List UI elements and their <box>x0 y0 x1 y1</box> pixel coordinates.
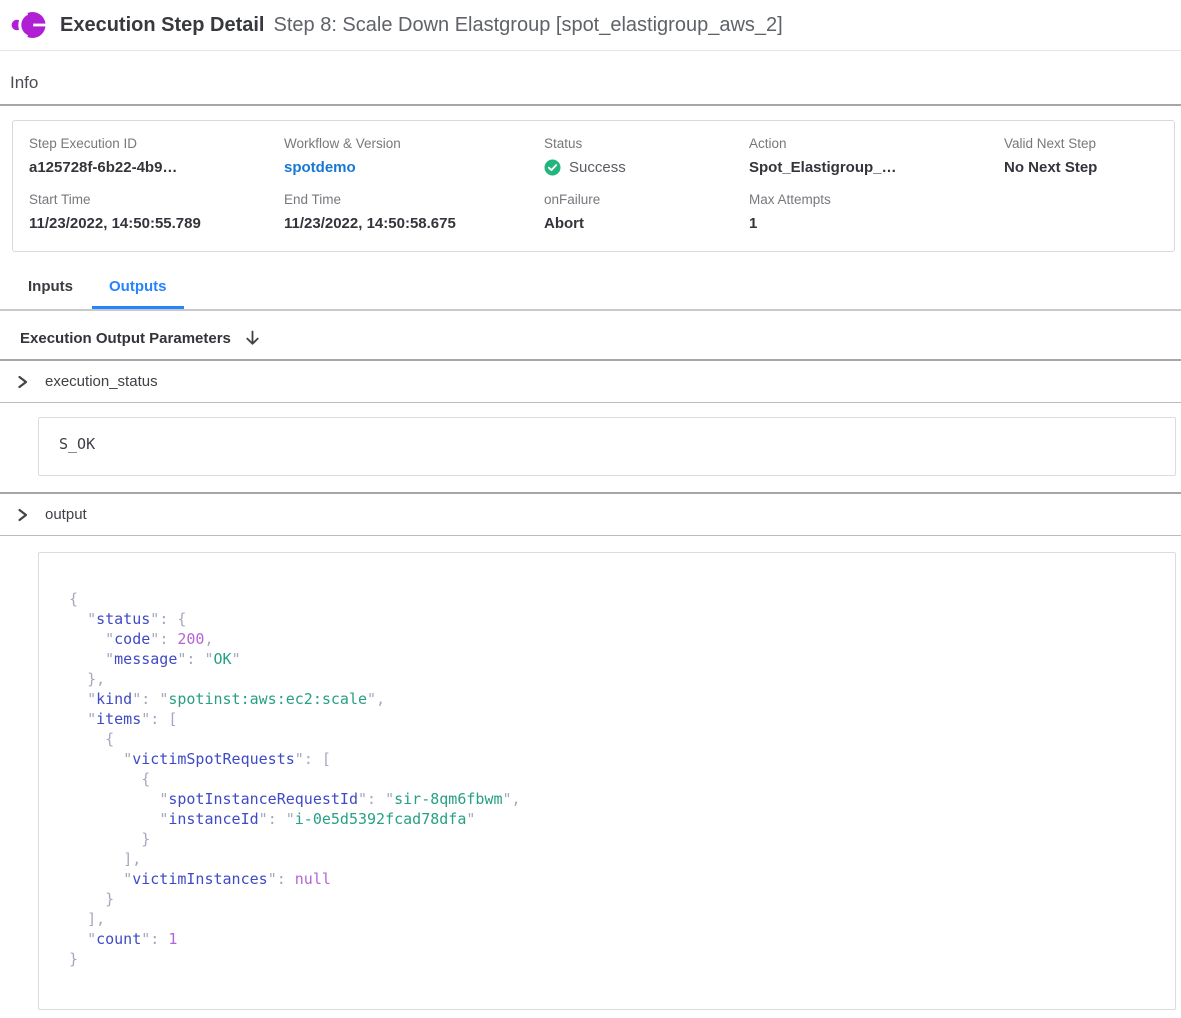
field-valid-next-step: Valid Next Step No Next Step <box>1004 136 1158 176</box>
success-check-icon <box>544 159 561 176</box>
info-card: Step Execution ID a125728f-6b22-4b9… Wor… <box>12 120 1175 252</box>
execution-status-value: S_OK <box>38 417 1176 476</box>
page-title: Execution Step Detail Step 8: Scale Down … <box>60 14 783 37</box>
field-value: Abort <box>544 215 749 232</box>
field-end-time: End Time 11/23/2022, 14:50:58.675 <box>284 192 544 232</box>
field-label: Valid Next Step <box>1004 136 1158 151</box>
status-badge: Success <box>544 159 749 176</box>
field-label: Action <box>749 136 1004 151</box>
section-row-execution-status[interactable]: execution_status <box>0 361 1181 402</box>
workflow-link[interactable]: spotdemo <box>284 159 544 176</box>
divider <box>0 535 1181 536</box>
field-value: a125728f-6b22-4b9… <box>29 159 284 176</box>
field-label: Status <box>544 136 749 151</box>
page-title-main: Execution Step Detail <box>60 14 265 36</box>
field-label: Max Attempts <box>749 192 1004 207</box>
info-section-heading: Info <box>0 51 1181 104</box>
chevron-right-icon <box>16 508 29 522</box>
field-label: End Time <box>284 192 544 207</box>
field-start-time: Start Time 11/23/2022, 14:50:55.789 <box>29 192 284 232</box>
field-step-execution-id: Step Execution ID a125728f-6b22-4b9… <box>29 136 284 176</box>
params-title: Execution Output Parameters <box>20 330 231 347</box>
app-header: Execution Step Detail Step 8: Scale Down … <box>0 0 1181 51</box>
download-arrow-icon[interactable] <box>245 330 260 347</box>
output-json-box: { "status": { "code": 200, "message": "O… <box>38 552 1176 1010</box>
section-name: output <box>45 506 87 523</box>
field-value: No Next Step <box>1004 159 1158 176</box>
field-value: 11/23/2022, 14:50:58.675 <box>284 215 544 232</box>
field-label: Start Time <box>29 192 284 207</box>
field-value: Spot_Elastigroup_… <box>749 159 1004 176</box>
tab-bar: Inputs Outputs <box>0 252 1181 309</box>
field-label: onFailure <box>544 192 749 207</box>
field-value: 1 <box>749 215 1004 232</box>
spot-logo-icon <box>10 7 46 43</box>
field-onfailure: onFailure Abort <box>544 192 749 232</box>
field-status: Status Success <box>544 136 749 176</box>
tab-outputs[interactable]: Outputs <box>92 278 184 309</box>
field-label: Workflow & Version <box>284 136 544 151</box>
field-max-attempts: Max Attempts 1 <box>749 192 1004 232</box>
field-label: Step Execution ID <box>29 136 284 151</box>
field-value: 11/23/2022, 14:50:55.789 <box>29 215 284 232</box>
chevron-right-icon <box>16 375 29 389</box>
execution-output-parameters-header: Execution Output Parameters <box>0 311 1181 359</box>
field-action: Action Spot_Elastigroup_… <box>749 136 1004 176</box>
field-workflow-version: Workflow & Version spotdemo <box>284 136 544 176</box>
tab-inputs[interactable]: Inputs <box>28 278 90 309</box>
output-json-code: { "status": { "code": 200, "message": "O… <box>69 589 1145 969</box>
divider <box>0 104 1181 106</box>
divider <box>0 402 1181 403</box>
section-name: execution_status <box>45 373 158 390</box>
page-title-subtitle: Step 8: Scale Down Elastgroup [spot_elas… <box>274 14 783 36</box>
status-text: Success <box>569 159 626 176</box>
section-row-output[interactable]: output <box>0 494 1181 535</box>
